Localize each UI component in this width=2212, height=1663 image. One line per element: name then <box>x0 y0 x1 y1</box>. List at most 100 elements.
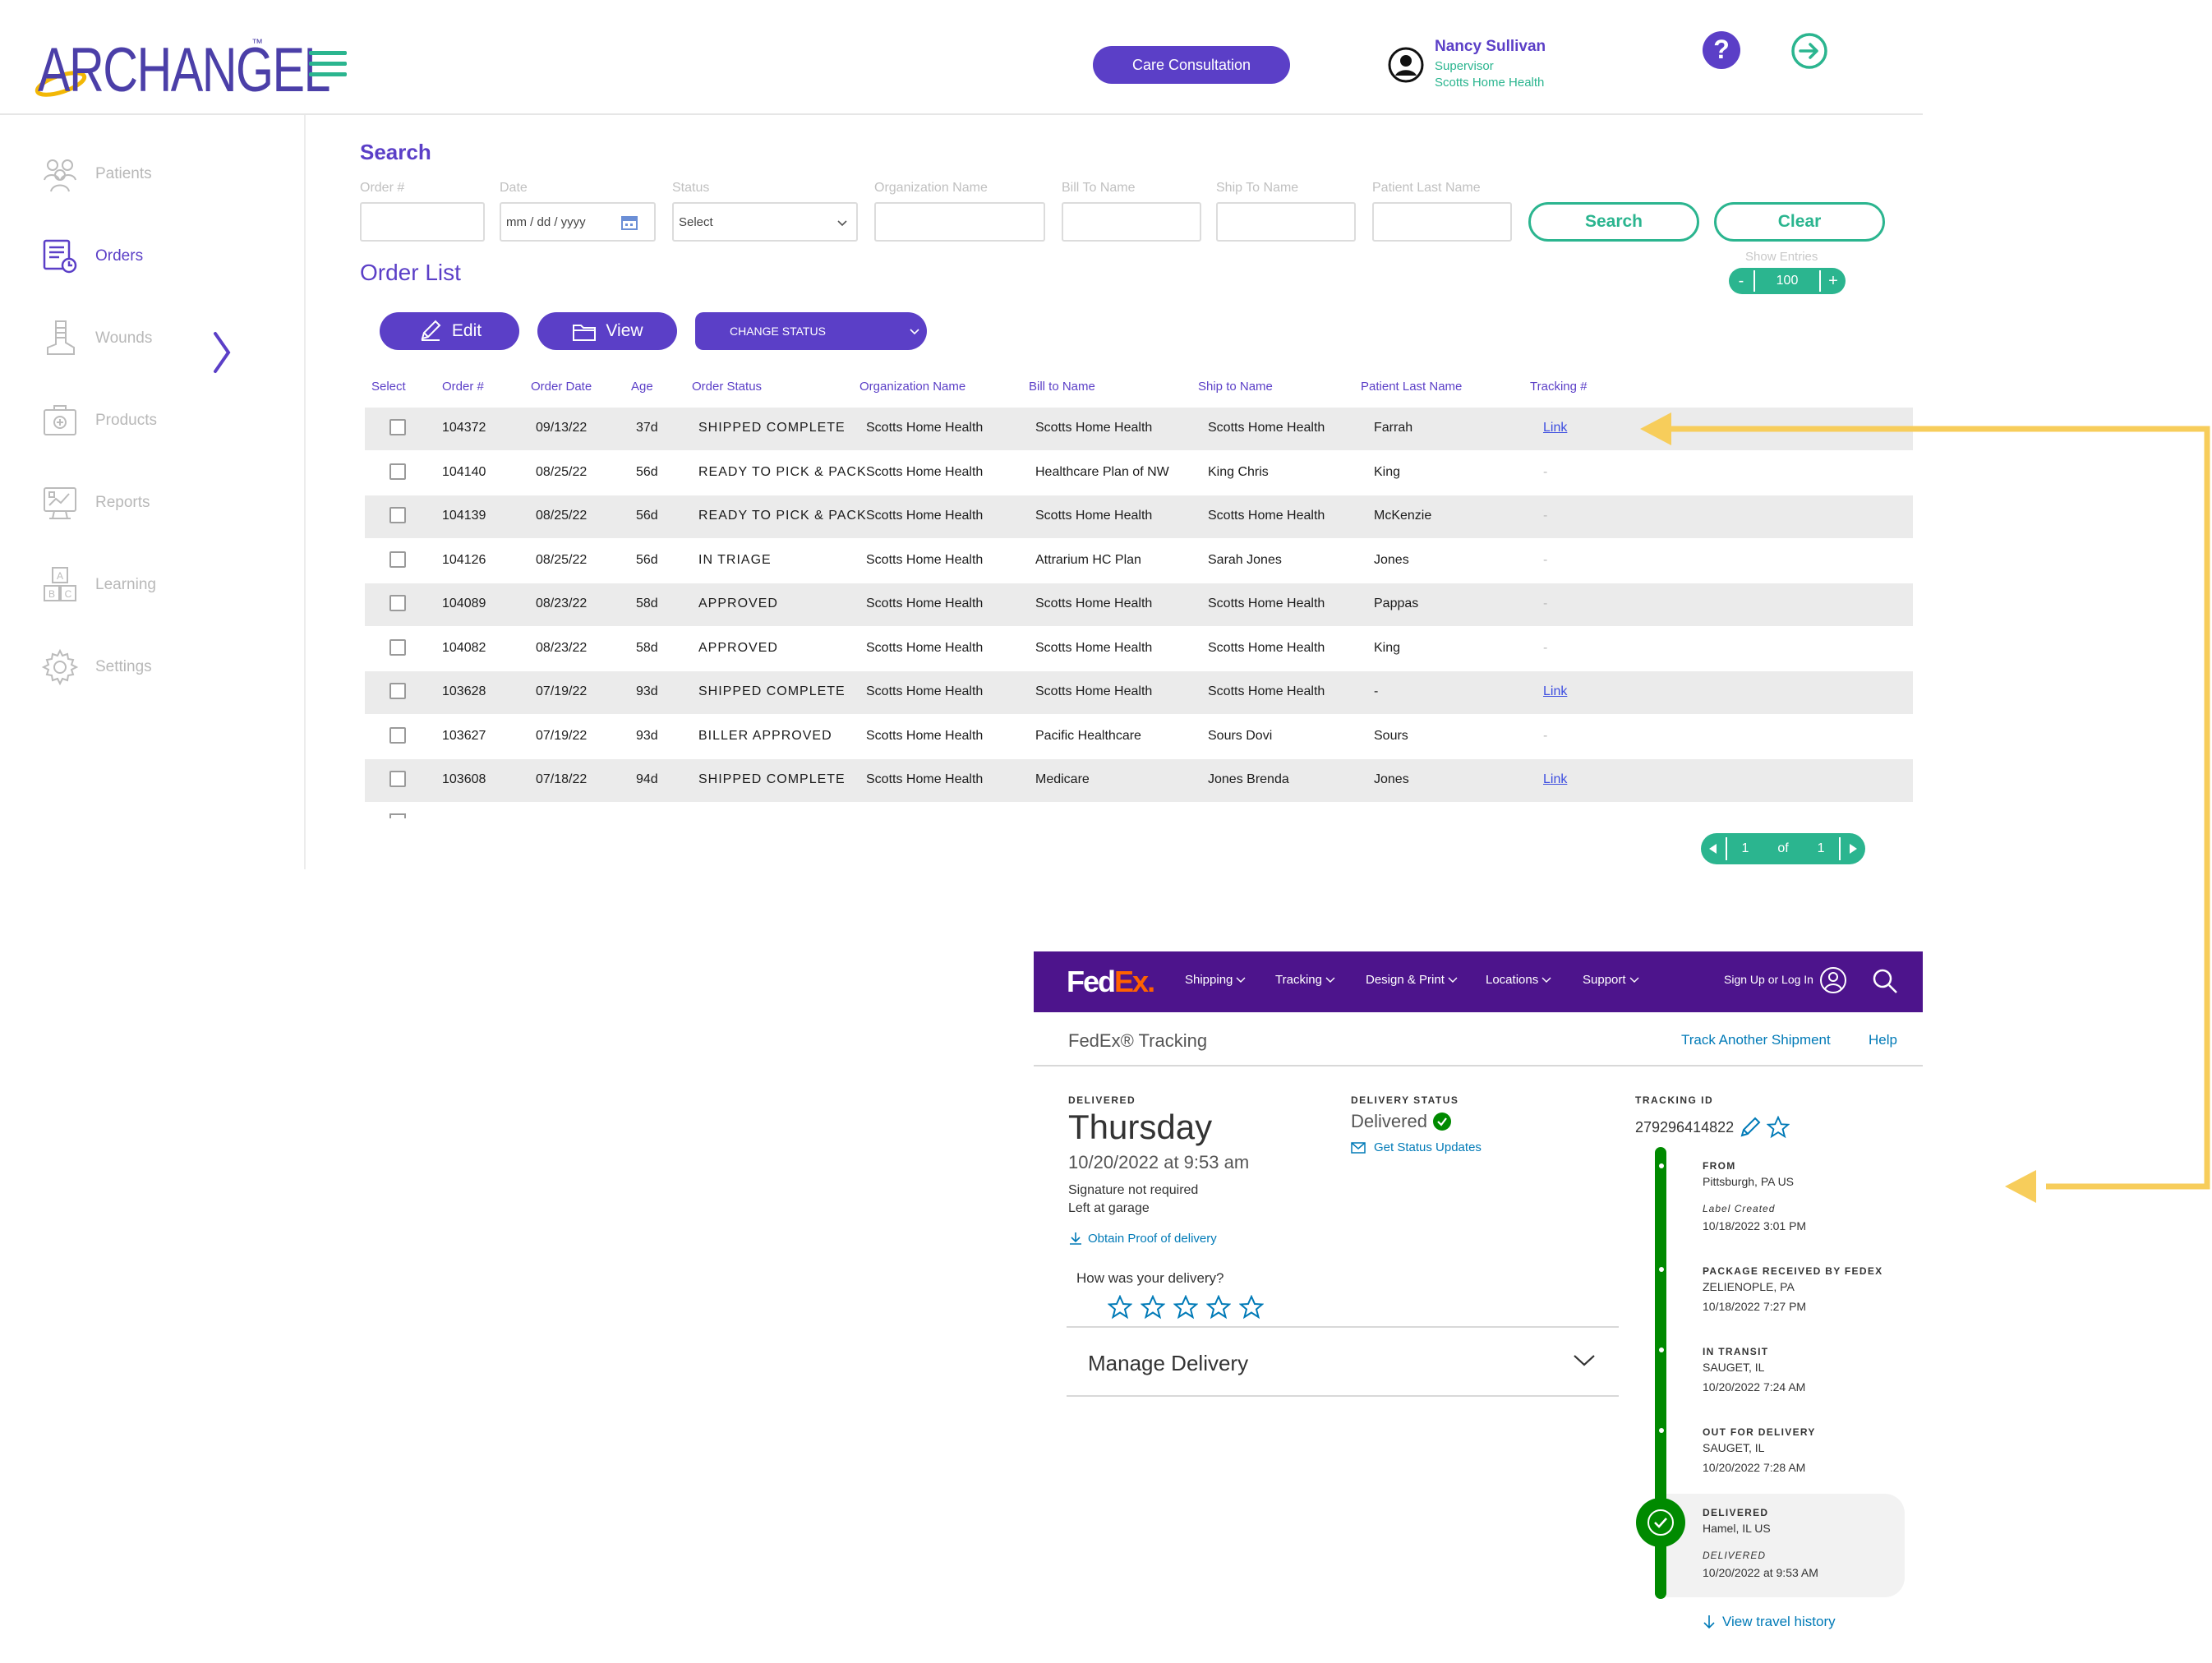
star-icon[interactable] <box>1206 1295 1231 1320</box>
table-row[interactable]: 103608 07/18/22 94d SHIPPED COMPLETE Scotts … <box>365 759 1913 802</box>
patient-last-name-input[interactable] <box>1372 202 1512 242</box>
user-account-icon[interactable] <box>1819 966 1847 994</box>
status-select[interactable]: Select <box>672 202 858 242</box>
date-input[interactable]: mm / dd / yyyy <box>500 202 656 242</box>
cell-bill: Scotts Home Health <box>1035 640 1153 655</box>
track-another-shipment-link[interactable]: Track Another Shipment <box>1681 1032 1831 1048</box>
ship-to-input[interactable] <box>1216 202 1356 242</box>
column-header-order-date[interactable]: Order Date <box>531 380 592 394</box>
change-status-dropdown[interactable]: CHANGE STATUS <box>695 312 927 350</box>
table-row[interactable]: 104140 08/25/22 56d READY TO PICK & PACK Sco… <box>365 452 1913 495</box>
column-header-age[interactable]: Age <box>631 380 653 394</box>
row-checkbox[interactable] <box>389 638 406 656</box>
cell-bill: Attrarium HC Plan <box>1035 552 1141 567</box>
archangel-logo[interactable]: ARCHANGEL ™ <box>30 30 330 105</box>
column-header-bill-to[interactable]: Bill to Name <box>1029 380 1095 394</box>
star-icon[interactable] <box>1767 1116 1790 1139</box>
proof-of-delivery-link[interactable]: Obtain Proof of delivery <box>1068 1231 1217 1246</box>
nav-design-print[interactable]: Design & Print <box>1366 973 1458 987</box>
cell-tracking[interactable]: Link <box>1543 684 1567 699</box>
care-consultation-button[interactable]: Care Consultation <box>1093 46 1290 84</box>
nav-tracking[interactable]: Tracking <box>1275 973 1335 987</box>
column-header-organization[interactable]: Organization Name <box>859 380 965 394</box>
nav-support[interactable]: Support <box>1583 973 1639 987</box>
column-header-patient-last-name[interactable]: Patient Last Name <box>1361 380 1462 394</box>
check-circle-icon <box>1432 1113 1451 1131</box>
sidebar-item-learning[interactable]: ABC Learning <box>41 560 288 610</box>
view-button[interactable]: View <box>537 312 677 350</box>
svg-text:B: B <box>48 588 55 600</box>
column-header-order-status[interactable]: Order Status <box>692 380 762 394</box>
table-row[interactable]: 103627 07/19/22 93d BILLER APPROVED Scotts H… <box>365 716 1913 758</box>
calendar-icon[interactable] <box>621 215 638 230</box>
sidebar-item-products[interactable]: Products <box>41 396 288 445</box>
entries-value[interactable]: 100 <box>1753 270 1821 292</box>
column-header-order-number[interactable]: Order # <box>442 380 484 394</box>
change-status-label: CHANGE STATUS <box>730 325 826 338</box>
manage-delivery-accordion[interactable]: Manage Delivery <box>1067 1326 1619 1397</box>
table-row[interactable]: 104126 08/25/22 56d IN TRIAGE Scotts Home He… <box>365 540 1913 583</box>
user-avatar-icon[interactable] <box>1387 46 1425 84</box>
sidebar-item-wounds[interactable]: Wounds <box>41 314 288 363</box>
page-indicator: 1 of 1 <box>1726 837 1841 860</box>
entries-decrement-button[interactable]: - <box>1729 272 1753 291</box>
bill-to-input[interactable] <box>1062 202 1201 242</box>
column-header-select[interactable]: Select <box>371 380 406 394</box>
row-checkbox[interactable] <box>389 463 406 480</box>
edit-button[interactable]: Edit <box>380 312 519 350</box>
star-icon[interactable] <box>1108 1295 1132 1320</box>
logout-arrow-icon[interactable] <box>1790 31 1829 71</box>
row-checkbox[interactable] <box>389 771 406 787</box>
column-header-tracking[interactable]: Tracking # <box>1530 380 1587 394</box>
cell-tracking[interactable]: Link <box>1543 421 1567 435</box>
composite-screenshot: ARCHANGEL ™ Care Consultation Nancy Sull… <box>0 0 2212 1663</box>
row-checkbox[interactable] <box>389 550 406 568</box>
hamburger-menu-icon[interactable] <box>309 51 347 81</box>
row-checkbox[interactable] <box>389 683 406 699</box>
entries-increment-button[interactable]: + <box>1821 272 1846 291</box>
column-header-ship-to[interactable]: Ship to Name <box>1198 380 1273 394</box>
order-number-input[interactable] <box>360 202 485 242</box>
organization-name-input[interactable] <box>874 202 1045 242</box>
search-button[interactable]: Search <box>1528 202 1699 242</box>
delivery-datetime: 10/20/2022 at 9:53 am <box>1068 1152 1250 1172</box>
current-page[interactable]: 1 <box>1741 841 1749 856</box>
nav-locations[interactable]: Locations <box>1486 973 1551 987</box>
step-date: 10/20/2022 7:24 AM <box>1703 1380 1806 1394</box>
star-icon[interactable] <box>1173 1295 1198 1320</box>
nav-shipping[interactable]: Shipping <box>1185 973 1246 987</box>
row-checkbox[interactable] <box>389 726 406 744</box>
star-icon[interactable] <box>1141 1295 1165 1320</box>
view-travel-history-link[interactable]: View travel history <box>1703 1614 1836 1630</box>
row-checkbox[interactable] <box>389 595 406 611</box>
clear-button[interactable]: Clear <box>1714 202 1885 242</box>
row-checkbox[interactable] <box>389 419 406 435</box>
table-row[interactable]: 104089 08/23/22 58d APPROVED Scotts Home Hea… <box>365 583 1913 626</box>
pencil-icon[interactable] <box>1739 1116 1762 1139</box>
cell-ship: Jones Brenda <box>1208 772 1289 786</box>
cell-patient: Sours <box>1374 728 1408 743</box>
star-icon[interactable] <box>1239 1295 1264 1320</box>
sidebar-item-orders[interactable]: Orders <box>41 232 288 281</box>
prev-page-button[interactable] <box>1701 833 1726 864</box>
next-page-button[interactable] <box>1841 833 1865 864</box>
table-row[interactable]: 104139 08/25/22 56d READY TO PICK & PACK Sco… <box>365 495 1913 538</box>
folder-icon <box>573 325 597 341</box>
fedex-logo[interactable]: FedEx. <box>1067 965 1155 999</box>
table-row[interactable]: 104372 09/13/22 37d SHIPPED COMPLETE Scotts … <box>365 408 1913 450</box>
table-row[interactable]: 104082 08/23/22 58d APPROVED Scotts Home Hea… <box>365 628 1913 670</box>
sidebar-item-reports[interactable]: Reports <box>41 478 288 527</box>
cell-tracking[interactable]: Link <box>1543 772 1567 787</box>
get-status-updates-link[interactable]: Get Status Updates <box>1351 1140 1482 1154</box>
sign-in-link[interactable]: Sign Up or Log In <box>1724 973 1813 986</box>
table-row[interactable]: 103628 07/19/22 93d SHIPPED COMPLETE Scotts … <box>365 671 1913 714</box>
row-checkbox[interactable] <box>389 813 406 818</box>
help-link[interactable]: Help <box>1869 1032 1897 1048</box>
cell-patient: Jones <box>1374 772 1409 786</box>
search-icon[interactable] <box>1872 968 1898 994</box>
help-icon[interactable]: ? <box>1701 30 1742 71</box>
sidebar-item-settings[interactable]: Settings <box>41 643 288 692</box>
timeline-dot <box>1659 1347 1664 1352</box>
sidebar-item-patients[interactable]: Patients <box>41 150 288 199</box>
row-checkbox[interactable] <box>389 507 406 523</box>
